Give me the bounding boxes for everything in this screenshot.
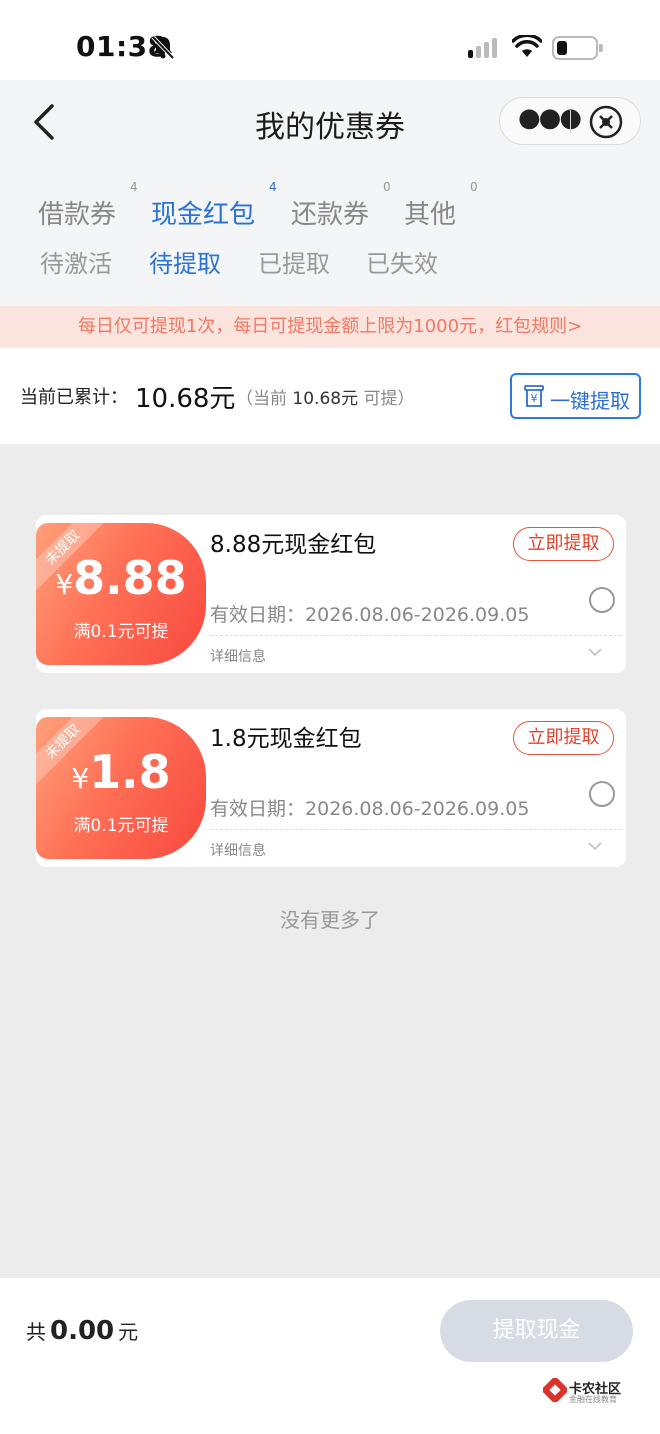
end-of-list-text: 没有更多了	[280, 908, 380, 932]
selected-total: 共 0.00 元	[26, 1316, 139, 1346]
coupon-validity: 有效日期：2026.08.06-2026.09.05	[210, 604, 530, 626]
coupon-amount-block: 未提取 ¥8.88 满0.1元可提	[36, 523, 206, 665]
bell-muted-icon	[151, 35, 175, 60]
yen-receipt-icon: ¥	[524, 385, 544, 407]
chevron-down-icon[interactable]	[587, 646, 603, 658]
coupon-threshold: 满0.1元可提	[73, 816, 169, 836]
subtab-pending-withdrawal[interactable]: 待提取	[149, 244, 221, 279]
close-circle-icon[interactable]	[588, 104, 624, 140]
rules-notice[interactable]: 每日仅可提现1次，每日可提现金额上限为1000元，红包规则>	[0, 306, 660, 348]
status-bar: 01:38	[0, 0, 660, 80]
coupon-threshold: 满0.1元可提	[73, 622, 169, 642]
accumulated-summary: 当前已累计： 10.68元 （当前 10.68元 可提） ¥ 一键提取	[0, 348, 660, 444]
tab-other[interactable]: 其他 0	[404, 180, 478, 231]
coupon-amount: ¥8.88	[55, 551, 187, 605]
footer-bar: 共 0.00 元 提取现金 卡农社区 金融在线教育	[0, 1278, 660, 1434]
withdraw-cash-button[interactable]: 提取现金	[440, 1300, 633, 1362]
watermark-logo: 卡农社区 金融在线教育	[543, 1376, 633, 1406]
claim-now-button[interactable]: 立即提取	[513, 527, 614, 561]
accumulated-label: 当前已累计：	[20, 387, 128, 408]
detail-info-link[interactable]: 详细信息	[210, 840, 266, 860]
svg-text:¥: ¥	[531, 392, 538, 405]
wifi-icon	[512, 35, 542, 57]
coupon-card: 未提取 ¥8.88 满0.1元可提 8.88元现金红包 立即提取 有效日期：20…	[36, 515, 626, 673]
coupon-amount: ¥1.8	[71, 745, 171, 799]
coupon-title: 8.88元现金红包	[210, 532, 377, 558]
select-radio[interactable]	[589, 587, 615, 613]
coupon-validity: 有效日期：2026.08.06-2026.09.05	[210, 798, 530, 820]
coupon-type-tabs: 借款券 4 现金红包 4 还款券 0 其他 0	[0, 180, 660, 234]
header: 我的优惠券 ●●● 借款券 4 现金红包 4 还款券 0 其他 0 待激活 待提取 已提…	[0, 80, 660, 306]
subtab-pending-activation[interactable]: 待激活	[40, 244, 112, 279]
coupon-title: 1.8元现金红包	[210, 726, 362, 752]
chevron-down-icon[interactable]	[587, 840, 603, 852]
coupon-amount-block: 未提取 ¥1.8 满0.1元可提	[36, 717, 206, 859]
subtab-withdrawn[interactable]: 已提取	[258, 244, 330, 279]
withdraw-all-button[interactable]: ¥ 一键提取	[510, 373, 641, 419]
battery-icon	[552, 36, 603, 60]
kanong-logo-icon	[543, 1378, 567, 1402]
tab-repayment-coupon[interactable]: 还款券 0	[291, 180, 391, 231]
tab-cash-red-packet[interactable]: 现金红包 4	[151, 180, 277, 231]
detail-info-link[interactable]: 详细信息	[210, 646, 266, 666]
select-radio[interactable]	[589, 781, 615, 807]
coupon-card: 未提取 ¥1.8 满0.1元可提 1.8元现金红包 立即提取 有效日期：2026…	[36, 709, 626, 867]
subtab-expired[interactable]: 已失效	[366, 244, 438, 279]
claim-now-button[interactable]: 立即提取	[513, 721, 614, 755]
mini-program-capsule: ●●●	[499, 97, 641, 145]
withdrawable-note: （当前 10.68元 可提）	[236, 389, 415, 409]
tab-loan-coupon[interactable]: 借款券 4	[38, 180, 138, 231]
accumulated-value: 10.68元	[135, 384, 236, 414]
coupon-status-tabs: 待激活 待提取 已提取 已失效	[0, 244, 660, 284]
